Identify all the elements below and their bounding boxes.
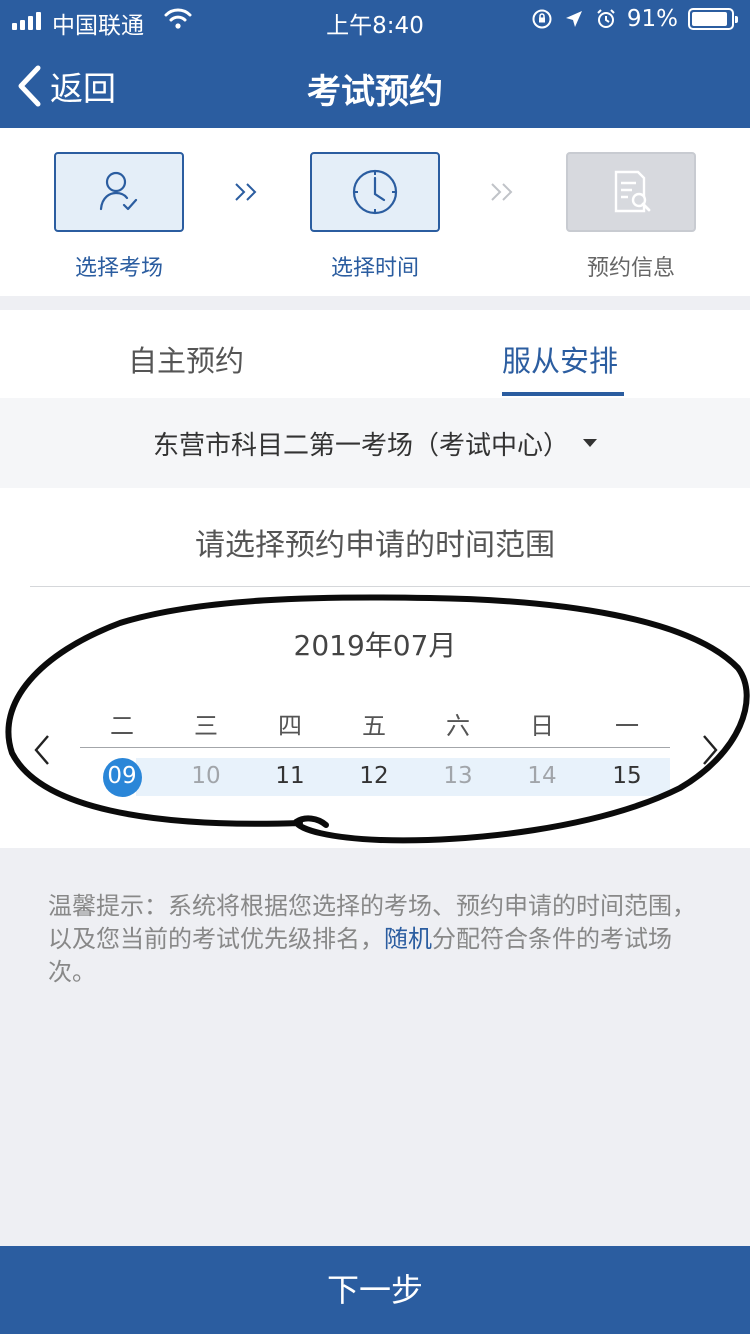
step-box [566, 152, 696, 232]
step-label: 选择时间 [330, 256, 419, 281]
tip-text: 温馨提示：系统将根据您选择的考场、预约申请的时间范围，以及您当前的考试优先级排名… [48, 890, 708, 989]
document-search-icon [614, 170, 651, 213]
step-booking-info: 预约信息 [566, 152, 696, 282]
tab-self-booking[interactable]: 自主预约 [128, 338, 244, 380]
tip-prefix: 温馨提示： [48, 892, 168, 920]
prev-week-arrow-icon[interactable] [30, 732, 54, 768]
weekday-label: 三 [194, 712, 218, 740]
tab-arranged-booking[interactable]: 服从安排 [502, 338, 618, 380]
weekday-label: 日 [530, 712, 554, 740]
next-step-button[interactable]: 下一步 [0, 1246, 750, 1334]
step-select-time: 选择时间 [310, 152, 440, 282]
venue-selector[interactable]: 东营市科目二第一考场（考试中心） [0, 398, 750, 488]
alarm-icon [597, 9, 615, 28]
status-bar: 中国联通 上午8:40 91% [0, 0, 750, 42]
calendar-prompt: 请选择预约申请的时间范围 [195, 528, 555, 563]
day-cell[interactable]: 12 [344, 763, 404, 789]
dropdown-caret-icon [583, 439, 597, 447]
weekday-label: 六 [446, 712, 470, 740]
clock-icon [352, 169, 398, 215]
step-indicator: 选择考场 选择时间 预约信息 [0, 128, 750, 296]
weekday-divider [80, 747, 670, 748]
nav-bar: 返回 考试预约 [0, 42, 750, 128]
location-icon [565, 11, 582, 27]
weekday-label: 五 [362, 712, 386, 740]
day-cell[interactable]: 14 [512, 763, 572, 789]
double-chevron-right-icon [235, 183, 257, 201]
battery-icon [688, 8, 738, 30]
step-label: 选择考场 [74, 256, 163, 281]
day-cell[interactable]: 10 [176, 763, 236, 789]
divider [30, 586, 750, 587]
booking-mode-tabs: 自主预约 服从安排 [0, 310, 750, 398]
calendar-month: 2019年07月 [293, 629, 457, 662]
page-title: 考试预约 [307, 72, 443, 112]
battery-percent: 91% [626, 6, 678, 32]
venue-name: 东营市科目二第一考场（考试中心） [152, 430, 569, 461]
active-tab-indicator [502, 392, 624, 396]
day-cell[interactable]: 13 [428, 763, 488, 789]
step-box [54, 152, 184, 232]
step-label: 预约信息 [586, 256, 675, 281]
app-header: 中国联通 上午8:40 91% 返回 考试预约 [0, 0, 750, 128]
next-week-arrow-icon[interactable] [698, 732, 722, 768]
user-check-icon [99, 171, 138, 211]
battery-fill [692, 12, 727, 26]
step-box [310, 152, 440, 232]
step-select-venue: 选择考场 [54, 152, 184, 282]
double-chevron-right-icon [491, 183, 513, 201]
orientation-lock-icon [532, 9, 552, 29]
tip-highlight: 随机 [384, 925, 432, 953]
day-cell[interactable]: 09 [92, 763, 152, 789]
calendar-panel: 请选择预约申请的时间范围 2019年07月 二 三 四 五 六 日 一 09 1… [0, 488, 750, 848]
weekday-label: 一 [615, 712, 639, 740]
status-right-group: 91% [531, 6, 738, 32]
weekday-label: 二 [110, 712, 134, 740]
weekday-label: 四 [278, 712, 302, 740]
day-cell[interactable]: 15 [597, 763, 657, 789]
day-cell[interactable]: 11 [260, 763, 320, 789]
